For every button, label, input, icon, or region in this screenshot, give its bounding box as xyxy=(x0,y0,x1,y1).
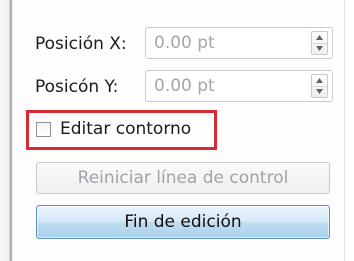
position-x-spinbox[interactable]: 0.00 pt xyxy=(145,27,333,59)
position-y-value[interactable]: 0.00 pt xyxy=(154,76,215,96)
arrow-down-icon xyxy=(316,89,323,94)
edit-panel-screenshot: Posición X: 0.00 pt Posicón Y: 0.00 pt E… xyxy=(0,0,354,261)
position-x-label: Posición X: xyxy=(35,34,127,54)
edit-outline-label[interactable]: Editar contorno xyxy=(60,119,191,139)
arrow-up-icon xyxy=(316,78,323,83)
position-y-decrement[interactable] xyxy=(312,86,327,97)
panel-right-edge xyxy=(344,0,354,261)
arrow-up-icon xyxy=(316,35,323,40)
arrow-down-icon xyxy=(316,46,323,51)
position-y-stepper[interactable] xyxy=(311,74,328,98)
position-y-label: Posicón Y: xyxy=(35,77,119,97)
edit-outline-checkbox[interactable] xyxy=(36,122,51,137)
position-y-spinbox[interactable]: 0.00 pt xyxy=(145,70,333,102)
position-x-stepper[interactable] xyxy=(311,31,328,55)
panel-left-border xyxy=(0,0,13,261)
finish-editing-button[interactable]: Fin de edición xyxy=(36,205,330,239)
reset-control-line-button[interactable]: Reiniciar línea de control xyxy=(36,162,330,194)
position-x-decrement[interactable] xyxy=(312,43,327,54)
position-x-value[interactable]: 0.00 pt xyxy=(154,33,215,53)
